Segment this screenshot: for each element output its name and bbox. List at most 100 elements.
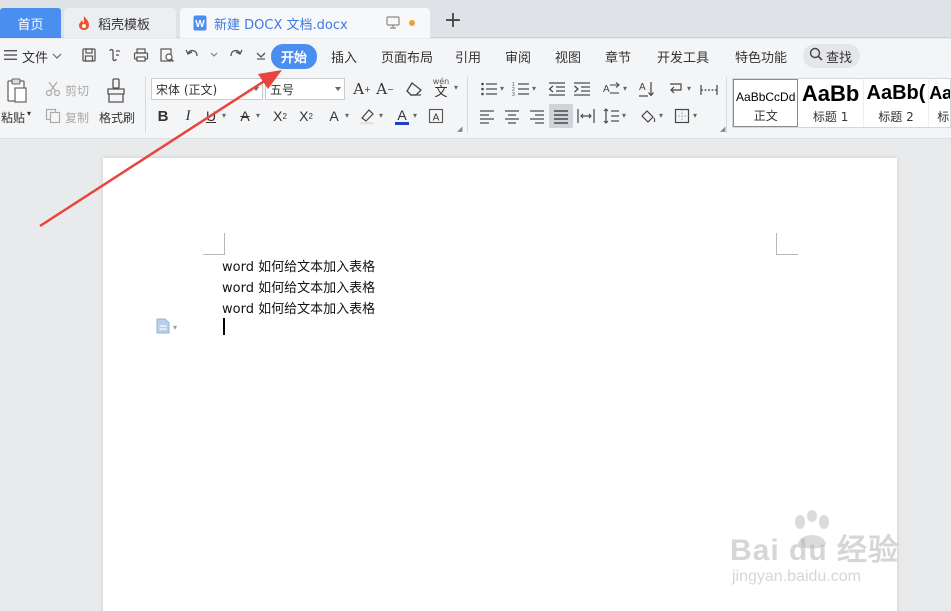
menu-tab-review[interactable]: 审阅 [505,47,531,66]
shrink-font-icon[interactable]: A − [376,79,394,99]
format-painter-icon[interactable] [104,77,128,105]
menu-tab-references[interactable]: 引用 [455,47,481,66]
strikethrough-icon[interactable]: A [237,107,253,125]
search-button[interactable]: 查找 [803,44,861,68]
font-name-select[interactable]: 宋体 (正文) [151,78,263,100]
text-direction-dropdown-icon[interactable]: ▾ [623,84,627,93]
show-marks-icon[interactable] [666,80,686,98]
line-spacing-dropdown-icon[interactable]: ▾ [622,111,626,120]
bullet-list-icon[interactable] [479,80,499,98]
style-heading-3[interactable]: Aa 标 [929,79,950,127]
paste-button[interactable] [4,77,30,107]
increase-indent-icon[interactable] [572,80,592,98]
tab-templates[interactable]: 稻壳模板 [64,8,176,38]
style-sample: AaBb( [866,82,926,104]
font-color-icon[interactable]: A [393,106,411,126]
text-effect-icon[interactable]: A [325,107,343,125]
highlight-dropdown-icon[interactable]: ▾ [379,111,383,120]
align-left-icon[interactable] [478,107,496,125]
phonetic-glyph-icon: 文 [434,84,448,100]
cut-button[interactable]: 剪切 [65,82,89,99]
margin-corner-mark [776,233,798,255]
svg-text:3: 3 [512,92,515,97]
paragraph-dialog-launcher-icon[interactable]: ◢ [720,125,725,133]
menu-tab-developer[interactable]: 开发工具 [657,47,709,66]
document-line[interactable]: word 如何给文本加入表格 [222,256,375,275]
align-right-icon[interactable] [528,107,546,125]
superscript-icon[interactable]: X2 [270,107,290,125]
shading-icon[interactable] [638,107,658,125]
font-dialog-launcher-icon[interactable]: ◢ [457,125,462,133]
document-line[interactable]: word 如何给文本加入表格 [222,298,375,317]
file-menu[interactable]: 文件 [4,47,62,66]
style-heading-2[interactable]: AaBb( 标题 2 [864,79,930,127]
menu-tab-insert[interactable]: 插入 [331,47,357,66]
decrease-indent-icon[interactable] [547,80,567,98]
tab-bar: 首页 稻壳模板 W 新建 DOCX 文档.docx + [0,0,951,38]
customize-toolbar-icon[interactable] [252,46,270,64]
highlight-icon[interactable] [357,107,377,125]
undo-dropdown-icon[interactable] [210,46,218,64]
strikethrough-dropdown-icon[interactable]: ▾ [256,111,260,120]
watermark-url: jingyan.baidu.com [732,568,861,585]
print-preview-icon[interactable] [158,46,176,64]
style-name: 标 [937,110,950,124]
redo-icon[interactable] [226,46,244,64]
print-icon[interactable] [132,46,150,64]
text-direction-icon[interactable]: A [600,80,622,98]
ribbon-home: 粘贴 ▾ 剪切 复制 格式刷 宋体 (正文) 五号 A + A − wén 文 ▾ … [0,73,951,139]
align-center-icon[interactable] [503,107,521,125]
numbered-list-icon[interactable]: 123 [511,80,531,98]
svg-text:A: A [639,82,646,93]
tab-home[interactable]: 首页 [0,8,61,38]
borders-icon[interactable] [672,107,692,125]
paste-dropdown-icon[interactable]: ▾ [27,109,31,118]
format-painter-label[interactable]: 格式刷 [99,109,135,126]
text-effect-dropdown-icon[interactable]: ▾ [345,111,349,120]
tab-stop-icon[interactable] [699,80,719,98]
menu-tab-features[interactable]: 特色功能 [735,47,787,66]
menu-tab-page-layout[interactable]: 页面布局 [381,47,433,66]
grow-font-icon[interactable]: A + [353,79,371,99]
font-size-select[interactable]: 五号 [265,78,345,100]
export-pdf-icon[interactable] [106,46,124,64]
style-normal[interactable]: AaBbCcDd 正文 [733,79,799,127]
distributed-align-icon[interactable] [576,107,596,125]
document-line[interactable]: word 如何给文本加入表格 [222,277,375,296]
subscript-icon[interactable]: X2 [296,107,316,125]
italic-icon[interactable]: I [180,107,196,125]
menu-tab-view[interactable]: 视图 [555,47,581,66]
underline-icon[interactable]: U [203,107,219,125]
paragraph-handle[interactable]: ▾ [156,318,177,337]
new-tab-button[interactable]: + [440,9,466,35]
tab-document-label: 新建 DOCX 文档.docx [214,17,348,33]
phonetic-guide-button[interactable]: wén 文 [431,77,451,99]
copy-button[interactable]: 复制 [65,109,89,126]
line-spacing-icon[interactable] [601,107,621,125]
svg-text:A: A [603,84,610,95]
text-sort-icon[interactable]: A [637,79,657,99]
borders-dropdown-icon[interactable]: ▾ [693,111,697,120]
menu-tab-section[interactable]: 章节 [605,47,631,66]
character-border-icon[interactable]: A [427,107,445,125]
tab-document[interactable]: W 新建 DOCX 文档.docx [180,8,430,38]
phonetic-dropdown-icon[interactable]: ▾ [454,83,458,92]
underline-dropdown-icon[interactable]: ▾ [222,111,226,120]
bold-icon[interactable]: B [155,107,171,125]
menu-tab-home[interactable]: 开始 [271,44,318,69]
style-heading-1[interactable]: AaBb 标题 1 [798,79,864,127]
undo-icon[interactable] [184,46,202,64]
copy-icon [44,107,62,125]
font-color-dropdown-icon[interactable]: ▾ [413,111,417,120]
paste-label[interactable]: 粘贴 [1,109,25,126]
show-marks-dropdown-icon[interactable]: ▾ [687,84,691,93]
justify-icon[interactable] [549,104,573,128]
clipboard-icon [6,77,28,108]
clear-format-icon[interactable] [405,80,423,98]
shading-dropdown-icon[interactable]: ▾ [659,111,663,120]
svg-text:A: A [433,113,440,124]
bullet-dropdown-icon[interactable]: ▾ [500,84,504,93]
numbering-dropdown-icon[interactable]: ▾ [532,84,536,93]
monitor-icon[interactable] [386,16,400,33]
save-icon[interactable] [80,46,98,64]
